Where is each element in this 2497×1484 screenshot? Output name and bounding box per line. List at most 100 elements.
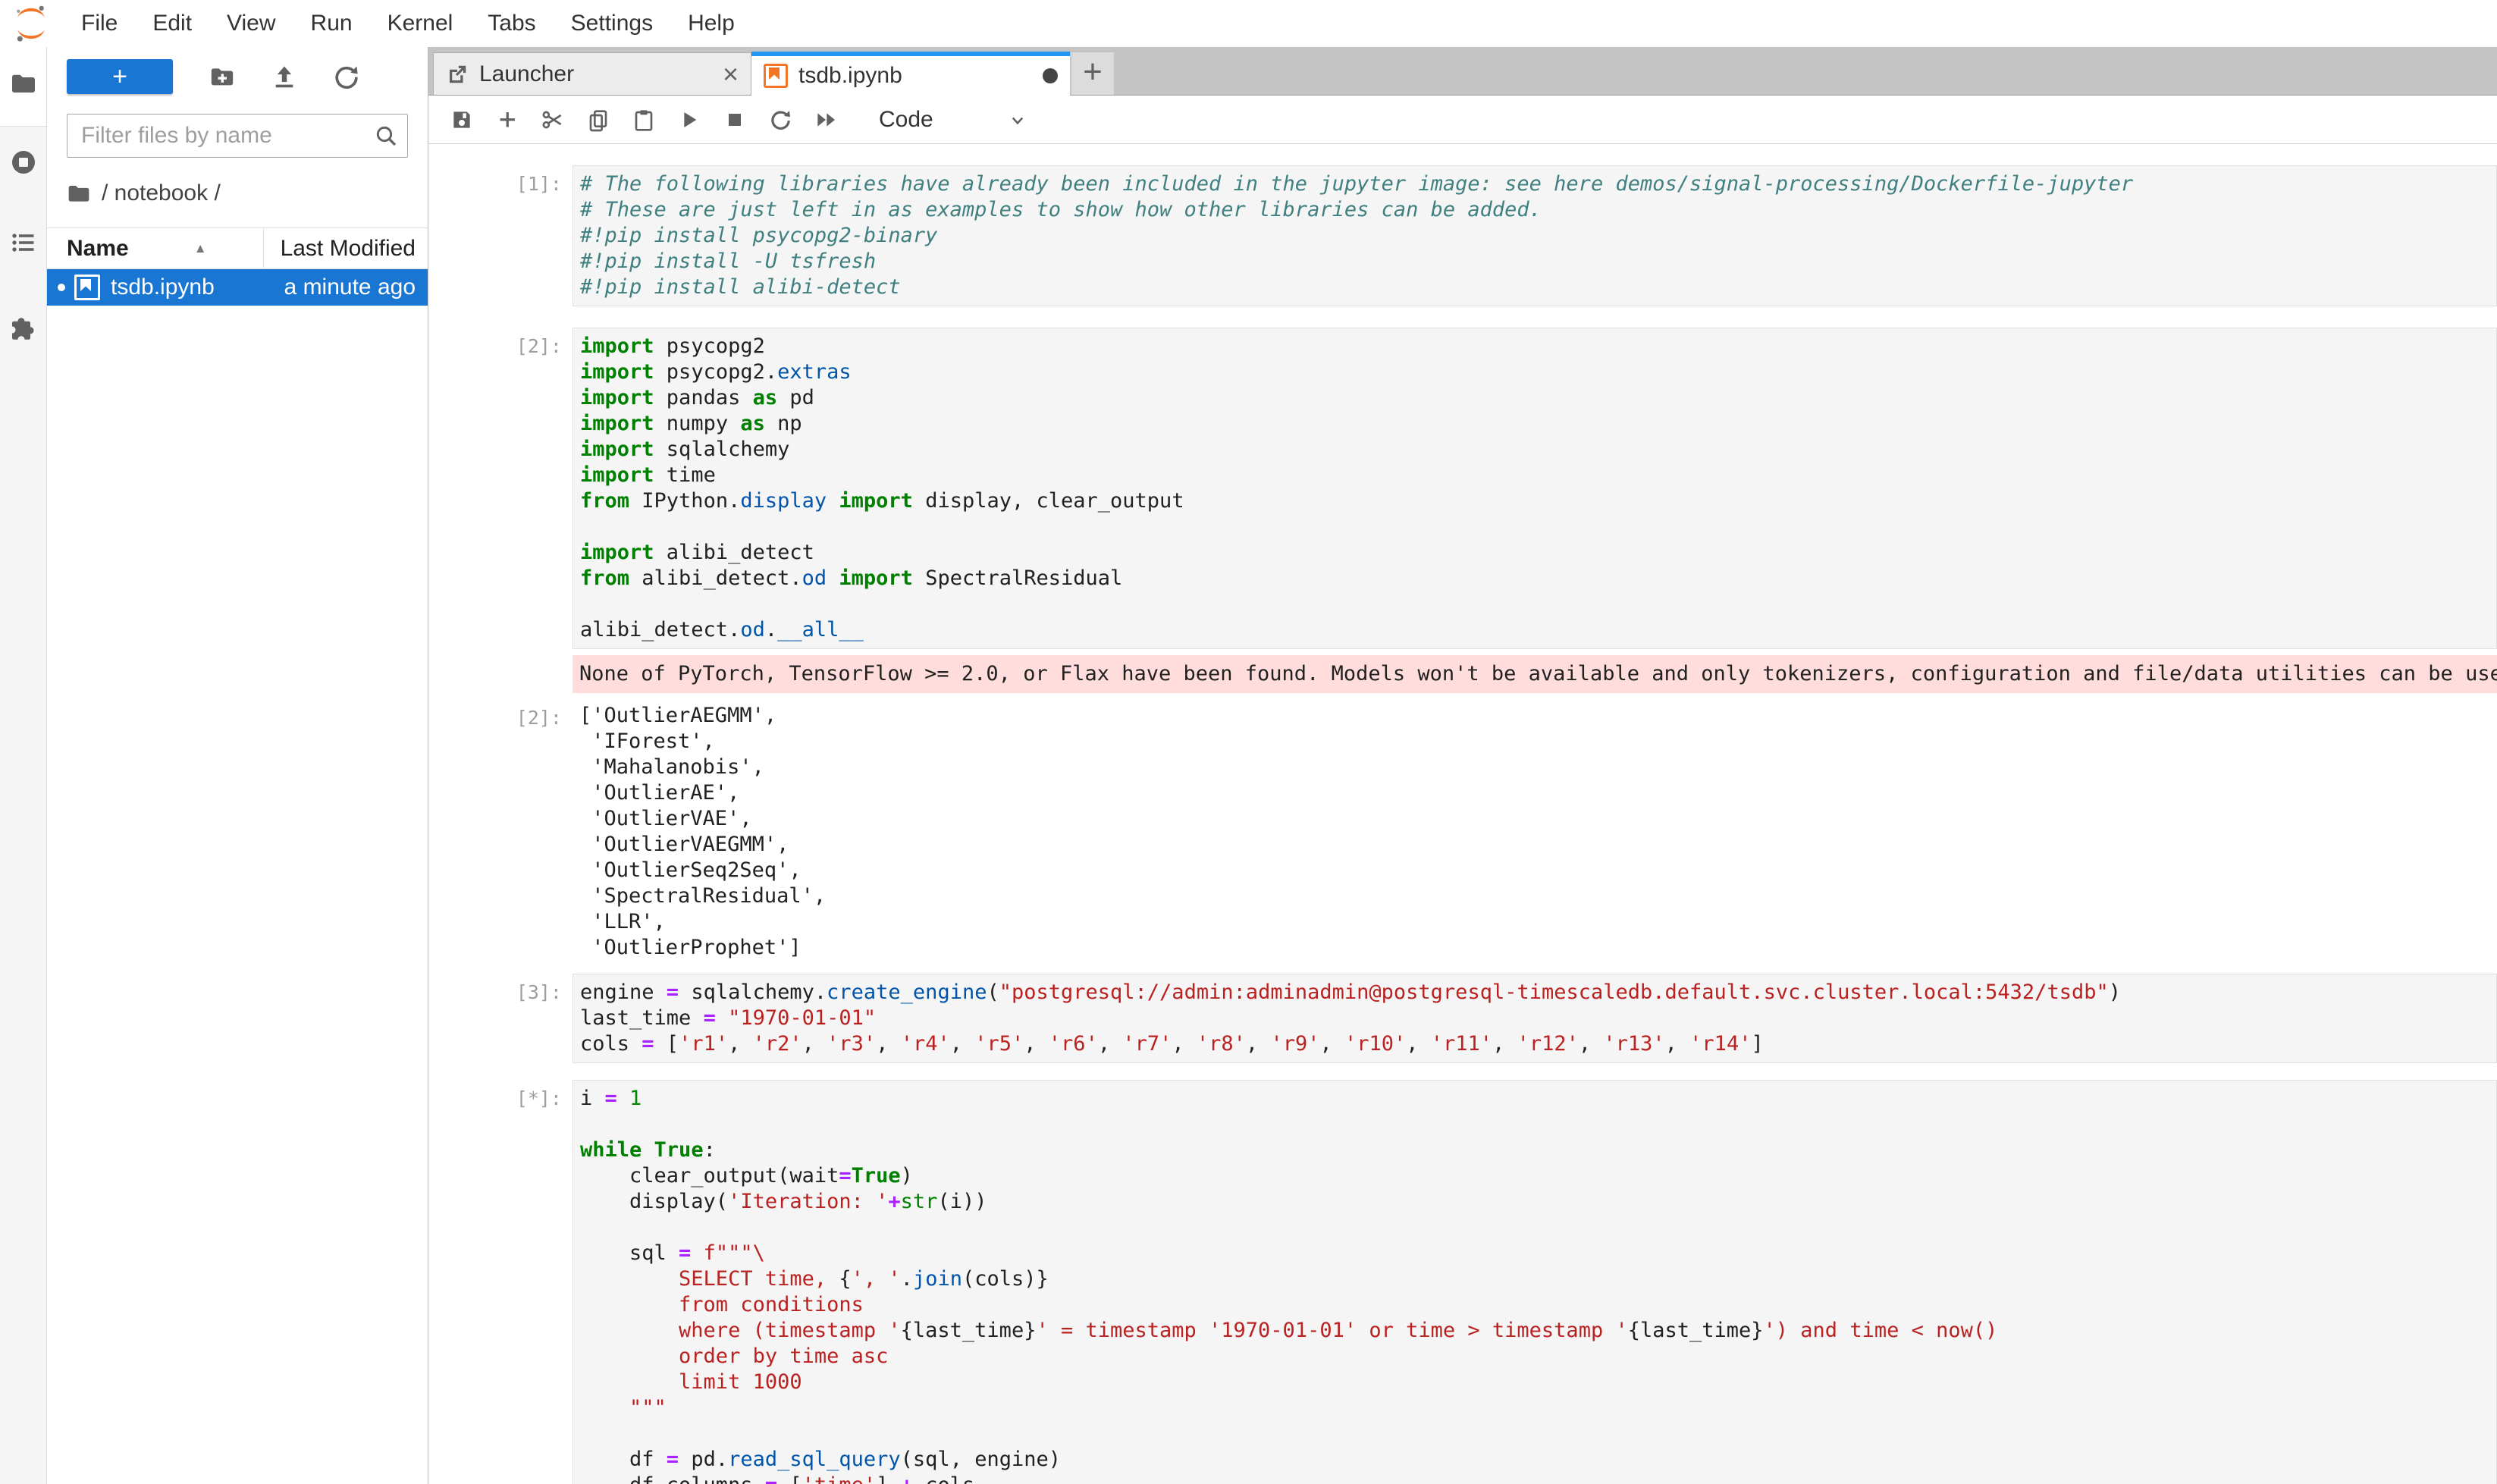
tab-tsdb-notebook[interactable]: tsdb.ipynb <box>751 52 1070 96</box>
cell-editor[interactable]: engine = sqlalchemy.create_engine("postg… <box>572 974 2497 1063</box>
notebook-tab-icon <box>764 64 788 88</box>
column-header-name[interactable]: Name ▲ <box>47 228 263 268</box>
output-prompt: [2]: <box>428 699 572 965</box>
menu-edit[interactable]: Edit <box>135 11 209 36</box>
cut-cells-icon[interactable] <box>541 108 565 132</box>
code-line: cols = ['r1', 'r2', 'r3', 'r4', 'r5', 'r… <box>580 1031 2496 1057</box>
extension-manager-icon[interactable] <box>10 314 37 341</box>
restart-and-run-all-icon[interactable] <box>814 108 838 132</box>
restart-kernel-icon[interactable] <box>768 108 792 132</box>
code-line <box>580 1112 2496 1137</box>
menu-kernel[interactable]: Kernel <box>370 11 471 36</box>
code-line <box>580 1421 2496 1447</box>
modified-column-label: Last Modified <box>281 236 416 262</box>
new-launcher-button[interactable]: + <box>67 59 173 94</box>
copy-cells-icon[interactable] <box>586 108 610 132</box>
code-line: sql = f"""\ <box>580 1241 2496 1266</box>
cell-type-dropdown[interactable]: Code <box>879 107 933 133</box>
launcher-icon <box>446 63 469 86</box>
file-row-tsdb[interactable]: tsdb.ipynb a minute ago <box>47 269 428 306</box>
file-name: tsdb.ipynb <box>111 275 215 300</box>
file-browser-icon[interactable] <box>10 70 37 97</box>
input-prompt: [*]: <box>428 1080 572 1484</box>
code-line <box>580 591 2496 617</box>
code-line: i = 1 <box>580 1086 2496 1112</box>
code-line: order by time asc <box>580 1344 2496 1369</box>
code-cell: [1]: # The following libraries have alrea… <box>428 165 2497 306</box>
workspace: Launcher × tsdb.ipynb + <box>428 47 2497 1484</box>
code-line: where (timestamp '{last_time}' = timesta… <box>580 1318 2496 1344</box>
run-cell-icon[interactable] <box>677 108 701 132</box>
code-line: #!pip install psycopg2-binary <box>580 223 2496 249</box>
menu-settings[interactable]: Settings <box>554 11 670 36</box>
code-line: """ <box>580 1395 2496 1421</box>
upload-icon[interactable] <box>271 64 297 89</box>
column-header-modified[interactable]: Last Modified <box>263 228 428 268</box>
code-cell: [3]:engine = sqlalchemy.create_engine("p… <box>428 974 2497 1063</box>
save-icon[interactable] <box>450 108 474 132</box>
code-line: alibi_detect.od.__all__ <box>580 617 2496 643</box>
menu-file[interactable]: File <box>64 11 135 36</box>
filter-box <box>67 114 408 158</box>
file-modified: a minute ago <box>284 275 416 300</box>
cell-editor[interactable]: import psycopg2import psycopg2.extras imp… <box>572 328 2497 649</box>
code-line: import alibi_detect <box>580 540 2496 566</box>
chevron-down-icon[interactable] <box>1006 108 1029 131</box>
menu-run[interactable]: Run <box>293 11 370 36</box>
code-line: df = pd.read_sql_query(sql, engine) <box>580 1447 2496 1473</box>
table-of-contents-icon[interactable] <box>10 229 37 256</box>
add-cell-icon[interactable] <box>495 108 519 132</box>
cell-editor[interactable]: i = 1 while True: clear_output(wait=True… <box>572 1080 2497 1484</box>
code-line: import numpy as np <box>580 411 2496 437</box>
new-folder-icon[interactable] <box>209 64 235 89</box>
search-icon <box>374 124 398 148</box>
tab-bar: Launcher × tsdb.ipynb + <box>428 47 2497 96</box>
jupyter-logo-icon <box>14 5 49 42</box>
code-line: clear_output(wait=True) <box>580 1163 2496 1189</box>
code-line: from IPython.display import display, cle… <box>580 488 2496 514</box>
sort-ascending-icon: ▲ <box>194 241 207 256</box>
filter-files-input[interactable] <box>67 123 374 149</box>
file-browser-toolbar: + <box>47 47 428 100</box>
interrupt-kernel-icon[interactable] <box>723 108 747 132</box>
breadcrumb[interactable]: / notebook / <box>67 180 428 206</box>
code-line: while True: <box>580 1137 2496 1163</box>
sidebar-icon-strip <box>0 47 47 1484</box>
menu-tabs[interactable]: Tabs <box>470 11 553 36</box>
input-prompt: [3]: <box>428 974 572 1063</box>
tab-launcher[interactable]: Launcher × <box>433 52 751 95</box>
input-prompt: [2]: <box>428 328 572 649</box>
code-line: #!pip install -U tsfresh <box>580 249 2496 275</box>
code-cell: [*]:i = 1 while True: clear_output(wait=… <box>428 1080 2497 1484</box>
input-prompt: [1]: <box>428 165 572 306</box>
menu-help[interactable]: Help <box>670 11 752 36</box>
code-line <box>580 1215 2496 1241</box>
menu-bar: File Edit View Run Kernel Tabs Settings … <box>0 0 2497 47</box>
notebook-cells: [1]: # The following libraries have alrea… <box>428 144 2497 1484</box>
menu-view[interactable]: View <box>209 11 293 36</box>
unsaved-changes-dot-icon[interactable] <box>1043 68 1058 83</box>
new-tab-button[interactable]: + <box>1071 52 1114 95</box>
tab-launcher-label: Launcher <box>479 61 574 87</box>
code-line: import psycopg2 <box>580 334 2496 359</box>
code-line: # These are just left in as examples to … <box>580 197 2496 223</box>
code-line: display('Iteration: '+str(i)) <box>580 1189 2496 1215</box>
stderr-output: None of PyTorch, TensorFlow >= 2.0, or F… <box>572 655 2497 693</box>
home-folder-icon <box>67 181 91 206</box>
output-text: ['OutlierAEGMM', 'IForest', 'Mahalanobis… <box>572 699 2497 965</box>
code-line: #!pip install alibi-detect <box>580 275 2496 300</box>
jupyterlab-app: File Edit View Run Kernel Tabs Settings … <box>0 0 2497 1484</box>
paste-cells-icon[interactable] <box>632 108 656 132</box>
open-file-dot-icon <box>58 284 65 291</box>
code-line: limit 1000 <box>580 1369 2496 1395</box>
code-line: last_time = "1970-01-01" <box>580 1006 2496 1031</box>
file-browser-panel: + / note <box>47 47 428 1484</box>
refresh-icon[interactable] <box>334 64 359 89</box>
output-area: [2]:['OutlierAEGMM', 'IForest', 'Mahalan… <box>428 699 2497 965</box>
cell-editor[interactable]: # The following libraries have already b… <box>572 165 2497 306</box>
code-line: # The following libraries have already b… <box>580 171 2496 197</box>
breadcrumb-path: / notebook / <box>102 180 221 206</box>
close-tab-icon[interactable]: × <box>723 58 739 90</box>
code-line: import psycopg2.extras <box>580 359 2496 385</box>
running-kernels-icon[interactable] <box>10 149 37 176</box>
